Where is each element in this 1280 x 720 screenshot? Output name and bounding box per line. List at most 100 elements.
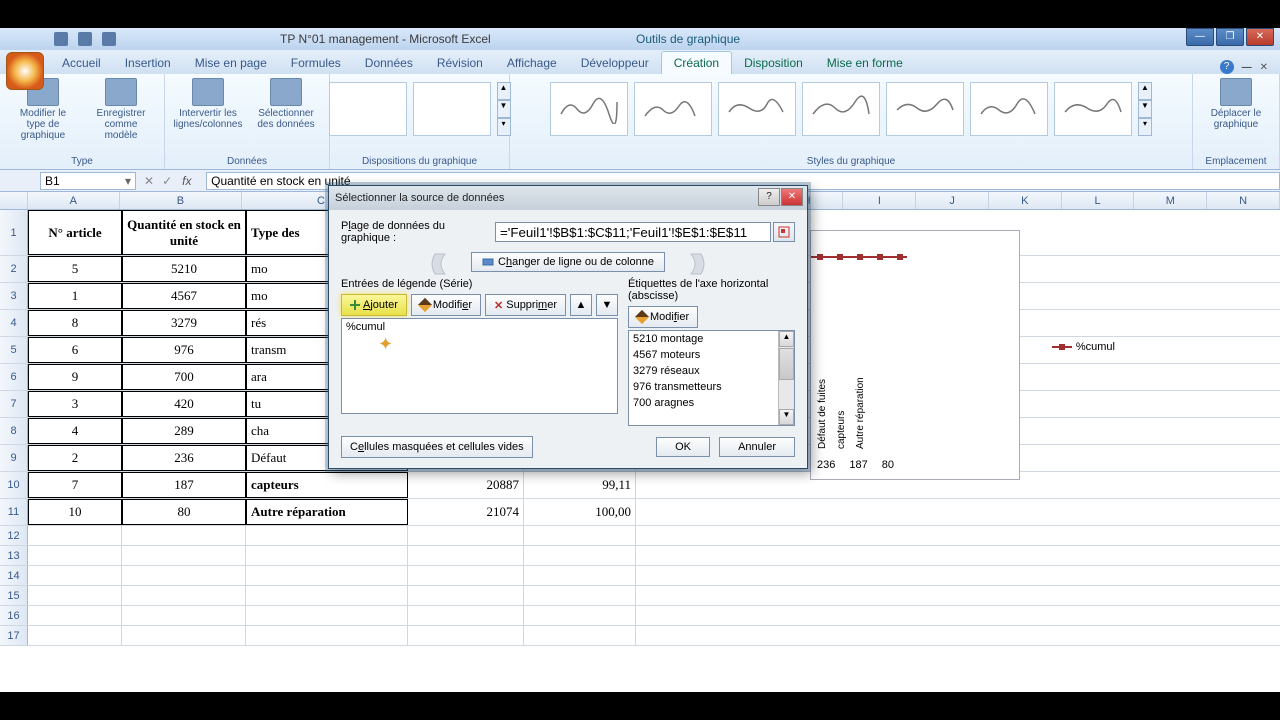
row-header[interactable]: 10 <box>0 472 28 498</box>
gallery-down-icon[interactable]: ▼ <box>1138 100 1152 118</box>
row-header[interactable]: 14 <box>0 566 28 585</box>
cell[interactable]: Quantité en stock en unité <box>122 210 246 255</box>
list-item[interactable]: 976 transmetteurs <box>629 379 794 395</box>
gallery-down-icon[interactable]: ▼ <box>497 100 511 118</box>
style-thumb[interactable] <box>718 82 796 136</box>
doc-close-icon[interactable]: ✕ <box>1260 62 1268 73</box>
style-thumb[interactable] <box>802 82 880 136</box>
col-header[interactable]: B <box>120 192 242 209</box>
scrollbar[interactable]: ▲▼ <box>778 331 794 425</box>
cell[interactable]: N° article <box>28 210 122 255</box>
style-thumb[interactable] <box>970 82 1048 136</box>
cell[interactable]: 5 <box>28 256 122 282</box>
gallery-more-icon[interactable]: ▾ <box>497 118 511 136</box>
cell[interactable]: 700 <box>122 364 246 390</box>
save-as-template-button[interactable]: Enregistrer comme modèle <box>88 78 154 141</box>
row-header[interactable]: 12 <box>0 526 28 545</box>
row-header[interactable]: 6 <box>0 364 28 390</box>
tab-mise-en-forme[interactable]: Mise en forme <box>815 52 915 74</box>
style-thumb[interactable] <box>550 82 628 136</box>
edit-series-button[interactable]: Modifier <box>411 294 481 316</box>
help-icon[interactable]: ? <box>1220 60 1234 74</box>
cell[interactable]: Autre réparation <box>246 499 408 525</box>
cell[interactable]: 21074 <box>408 499 524 525</box>
office-button[interactable] <box>6 52 44 90</box>
row-header[interactable]: 8 <box>0 418 28 444</box>
axis-listbox[interactable]: 5210 montage 4567 moteurs 3279 réseaux 9… <box>628 330 795 426</box>
move-down-button[interactable]: ▼ <box>596 294 618 316</box>
name-box[interactable]: B1▾ <box>40 172 136 190</box>
col-header[interactable]: L <box>1062 192 1135 209</box>
dialog-titlebar[interactable]: Sélectionner la source de données ? ✕ <box>329 186 807 210</box>
tab-accueil[interactable]: Accueil <box>50 52 113 74</box>
dialog-close-button[interactable]: ✕ <box>781 188 803 206</box>
cell[interactable]: 420 <box>122 391 246 417</box>
cell[interactable]: 2 <box>28 445 122 471</box>
tab-donnees[interactable]: Données <box>353 52 425 74</box>
cell[interactable]: 187 <box>122 472 246 498</box>
undo-icon[interactable] <box>78 32 92 46</box>
scroll-up-icon[interactable]: ▲ <box>779 331 794 347</box>
move-up-button[interactable]: ▲ <box>570 294 592 316</box>
col-header[interactable]: J <box>916 192 989 209</box>
cell[interactable]: capteurs <box>246 472 408 498</box>
layout-thumb[interactable] <box>413 82 491 136</box>
cell[interactable]: 976 <box>122 337 246 363</box>
enter-formula-icon[interactable]: ✓ <box>162 174 172 188</box>
row-header[interactable]: 16 <box>0 606 28 625</box>
scroll-thumb[interactable] <box>779 348 794 380</box>
list-item[interactable]: 3279 réseaux <box>629 363 794 379</box>
row-header[interactable]: 15 <box>0 586 28 605</box>
col-header[interactable]: A <box>28 192 120 209</box>
layout-thumb[interactable] <box>329 82 407 136</box>
cell[interactable]: 4567 <box>122 283 246 309</box>
cell[interactable]: 80 <box>122 499 246 525</box>
cell[interactable]: 236 <box>122 445 246 471</box>
cell[interactable]: 7 <box>28 472 122 498</box>
cell[interactable]: 3279 <box>122 310 246 336</box>
row-header[interactable]: 4 <box>0 310 28 336</box>
add-series-button[interactable]: Ajouter <box>341 294 407 316</box>
ribbon-minimize-icon[interactable]: — <box>1242 62 1252 73</box>
style-thumb[interactable] <box>1054 82 1132 136</box>
tab-creation[interactable]: Création <box>661 51 732 74</box>
list-item[interactable]: 5210 montage <box>629 331 794 347</box>
minimize-button[interactable]: — <box>1186 28 1214 46</box>
scroll-down-icon[interactable]: ▼ <box>779 409 794 425</box>
select-data-button[interactable]: Sélectionner des données <box>253 78 319 130</box>
col-header[interactable]: K <box>989 192 1062 209</box>
name-box-dropdown-icon[interactable]: ▾ <box>125 174 131 188</box>
tab-disposition[interactable]: Disposition <box>732 52 815 74</box>
col-header[interactable]: I <box>843 192 916 209</box>
fx-icon[interactable]: fx <box>182 174 200 188</box>
edit-axis-button[interactable]: Modifier <box>628 306 698 328</box>
cell[interactable]: 5210 <box>122 256 246 282</box>
move-chart-button[interactable]: Déplacer le graphique <box>1203 78 1269 130</box>
row-header[interactable]: 7 <box>0 391 28 417</box>
col-header[interactable]: M <box>1134 192 1207 209</box>
switch-row-col-dialog-button[interactable]: Changer de ligne ou de colonne <box>471 252 665 272</box>
cell[interactable]: 1 <box>28 283 122 309</box>
cell[interactable]: 289 <box>122 418 246 444</box>
row-header[interactable]: 17 <box>0 626 28 645</box>
cancel-formula-icon[interactable]: ✕ <box>144 174 154 188</box>
hidden-cells-button[interactable]: Cellules masquées et cellules vides <box>341 436 533 458</box>
cell[interactable]: 6 <box>28 337 122 363</box>
tab-formules[interactable]: Formules <box>279 52 353 74</box>
maximize-button[interactable]: ❐ <box>1216 28 1244 46</box>
row-header[interactable]: 2 <box>0 256 28 282</box>
ok-button[interactable]: OK <box>656 437 710 457</box>
gallery-up-icon[interactable]: ▲ <box>497 82 511 100</box>
cell[interactable]: 100,00 <box>524 499 636 525</box>
list-item[interactable]: %cumul <box>342 319 617 335</box>
row-header[interactable]: 13 <box>0 546 28 565</box>
gallery-more-icon[interactable]: ▾ <box>1138 118 1152 136</box>
tab-revision[interactable]: Révision <box>425 52 495 74</box>
row-header[interactable]: 3 <box>0 283 28 309</box>
range-picker-icon[interactable] <box>773 222 795 242</box>
tab-insertion[interactable]: Insertion <box>113 52 183 74</box>
cell[interactable]: 99,11 <box>524 472 636 498</box>
series-listbox[interactable]: %cumul <box>341 318 618 414</box>
style-thumb[interactable] <box>634 82 712 136</box>
cell[interactable]: 9 <box>28 364 122 390</box>
